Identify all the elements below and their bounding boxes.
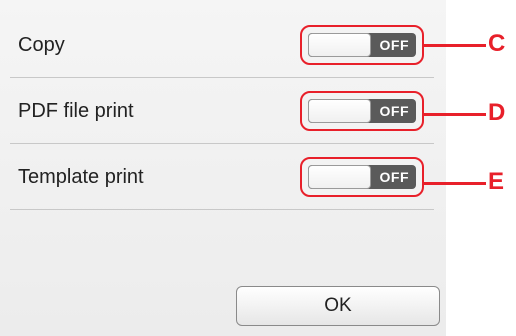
setting-label-pdf-file-print: PDF file print — [18, 100, 134, 122]
toggle-knob — [308, 165, 371, 189]
callout-letter-c: C — [488, 30, 506, 57]
callout-line-e — [424, 182, 486, 185]
callout-line-d — [424, 113, 486, 116]
callout-letter-e: E — [488, 168, 505, 195]
setting-row-template-print: Template print OFF — [10, 144, 434, 210]
toggle-state-text: OFF — [379, 169, 409, 185]
callout-letter-d: D — [488, 99, 506, 126]
toggle-track: OFF — [308, 99, 416, 123]
ok-button[interactable]: OK — [236, 286, 440, 326]
setting-row-copy: Copy OFF — [10, 12, 434, 78]
settings-panel: Copy OFF PDF file print OFF Template pri… — [0, 0, 446, 336]
callout-line-c — [424, 44, 486, 47]
setting-label-copy: Copy — [18, 34, 65, 56]
toggle-knob — [308, 99, 371, 123]
pdf-file-print-toggle[interactable]: OFF — [300, 91, 424, 131]
template-print-toggle[interactable]: OFF — [300, 157, 424, 197]
copy-toggle[interactable]: OFF — [300, 25, 424, 65]
setting-row-pdf-file-print: PDF file print OFF — [10, 78, 434, 144]
toggle-state-text: OFF — [379, 37, 409, 53]
toggle-knob — [308, 33, 371, 57]
toggle-track: OFF — [308, 165, 416, 189]
toggle-state-text: OFF — [379, 103, 409, 119]
toggle-track: OFF — [308, 33, 416, 57]
setting-label-template-print: Template print — [18, 166, 144, 188]
row-divider — [10, 209, 434, 210]
